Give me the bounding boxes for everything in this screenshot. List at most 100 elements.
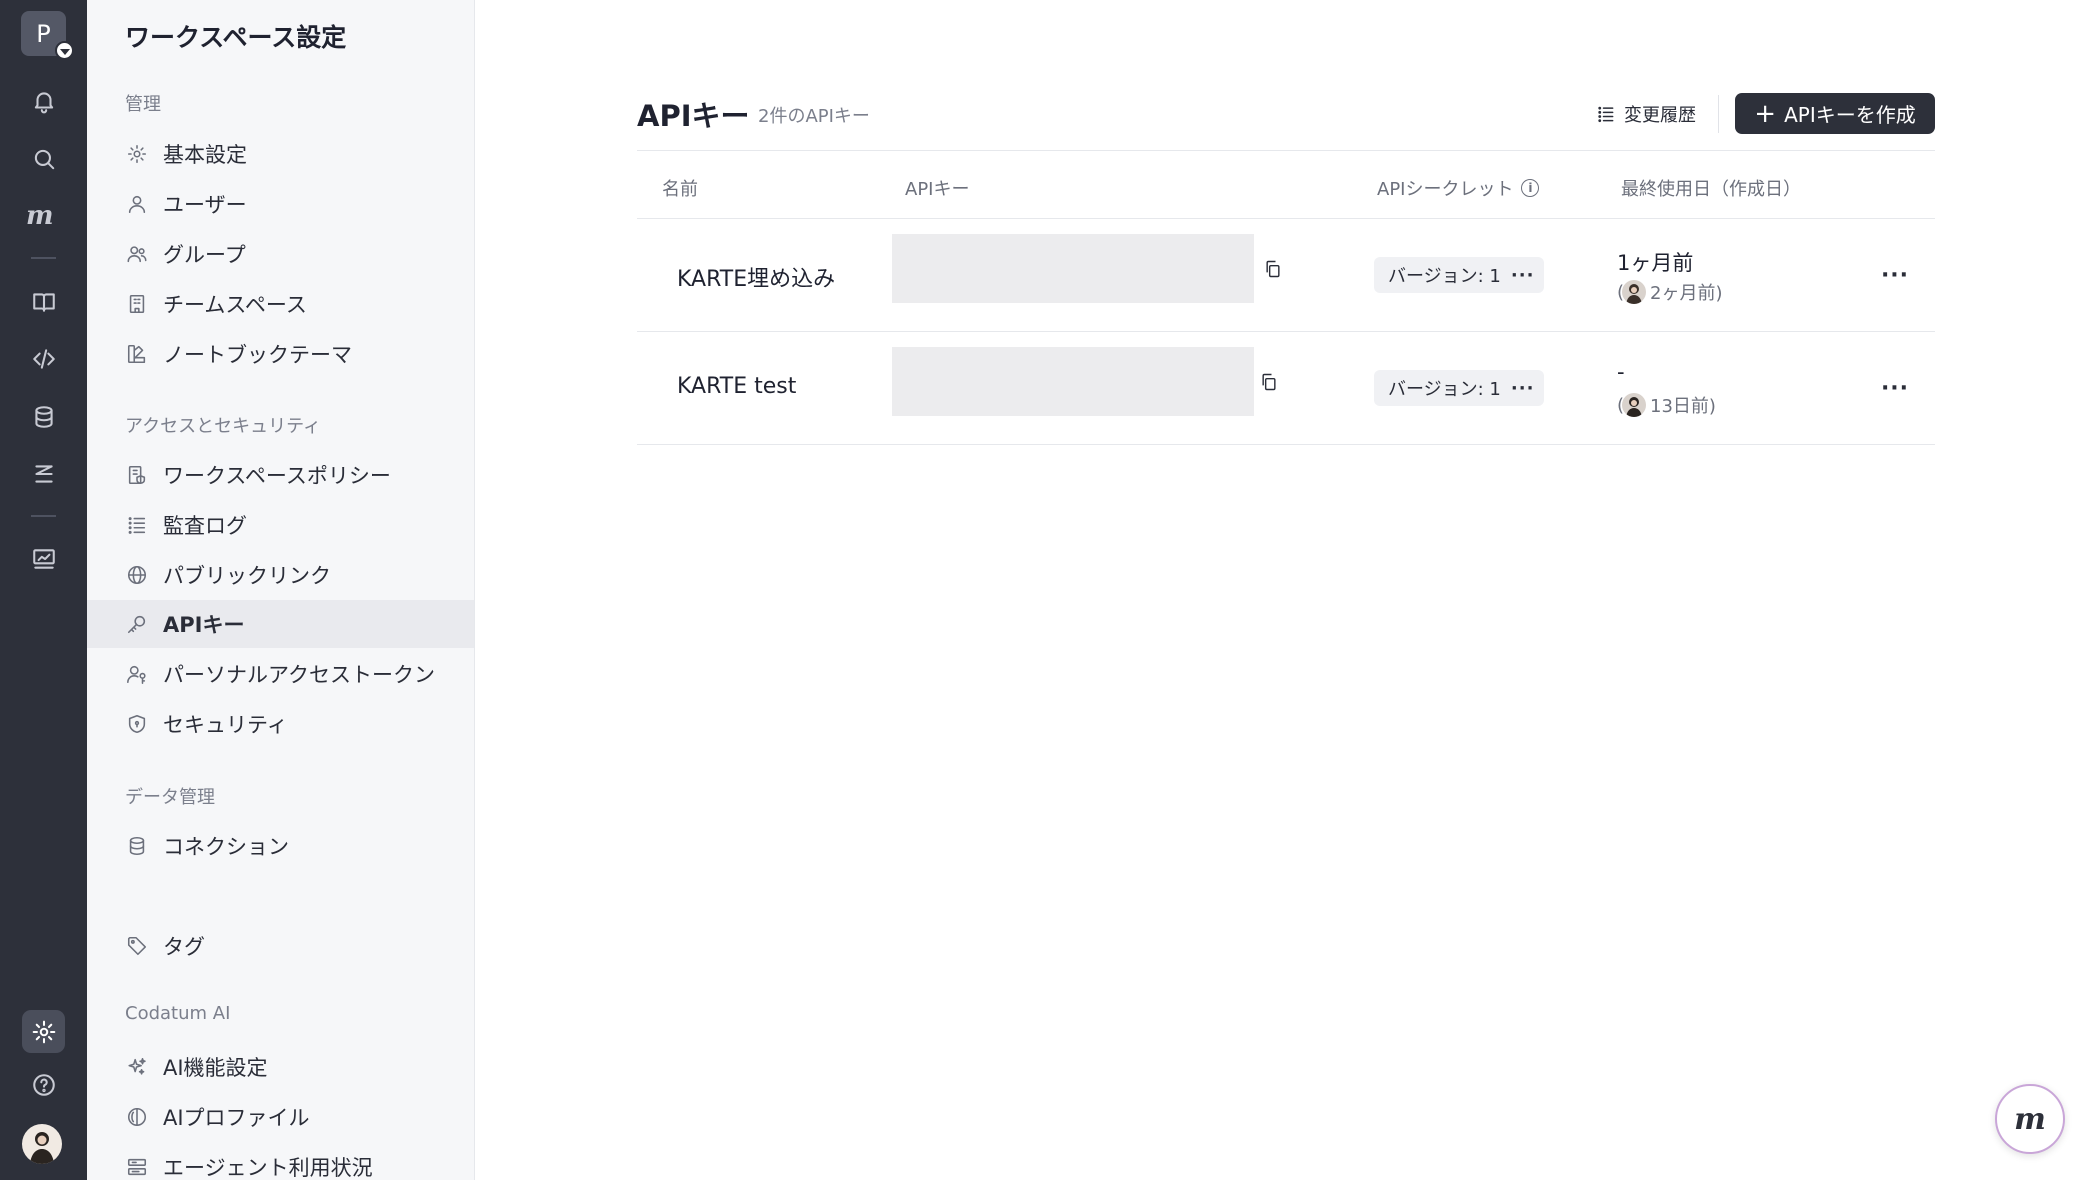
search-icon[interactable]	[22, 137, 65, 180]
user-avatar[interactable]	[22, 1124, 62, 1164]
table-row[interactable]: KARTE埋め込み バージョン: 1 ··· 1ヶ月前 ( 2ヶ月前) ···	[637, 219, 1935, 332]
main-content: APIキー 2件のAPIキー 変更履歴 + APIキーを作成 名前 APIキー …	[476, 0, 2082, 1180]
policy-icon	[125, 463, 149, 487]
create-api-key-button[interactable]: + APIキーを作成	[1735, 93, 1935, 134]
sidebar-title: ワークスペース設定	[125, 23, 347, 52]
building-icon	[125, 292, 149, 316]
database-icon[interactable]	[22, 395, 65, 438]
created-info: ( 13日前)	[1617, 392, 1716, 418]
sparkle-icon	[125, 1055, 149, 1079]
sidebar-item-label: エージェント利用状況	[163, 1156, 373, 1180]
assistant-chat-button[interactable]: m	[1995, 1084, 2065, 1154]
change-history-label: 変更履歴	[1624, 105, 1696, 126]
secret-version-label: バージョン: 1	[1388, 266, 1501, 287]
users-icon	[125, 242, 149, 266]
sidebar-item-basic-settings[interactable]: 基本設定	[87, 130, 474, 178]
creator-avatar	[1622, 393, 1647, 417]
create-api-key-label: APIキーを作成	[1784, 103, 1916, 127]
copy-icon[interactable]	[1259, 372, 1281, 394]
section-label-access-security: アクセスとセキュリティ	[125, 416, 322, 437]
sidebar-item-label: 基本設定	[163, 143, 247, 167]
rail-divider	[31, 515, 56, 517]
list-icon	[125, 513, 149, 537]
help-icon[interactable]	[22, 1063, 65, 1106]
more-icon[interactable]: ···	[1511, 378, 1535, 399]
book-icon[interactable]	[22, 280, 65, 323]
secret-version-pill[interactable]: バージョン: 1 ···	[1374, 257, 1544, 293]
sidebar-item-api-keys[interactable]: APIキー	[87, 600, 474, 648]
sidebar-item-notebook-theme[interactable]: ノートブックテーマ	[87, 330, 474, 378]
copy-icon[interactable]	[1263, 259, 1285, 281]
last-used-value: -	[1617, 360, 1625, 384]
sidebar-item-connections[interactable]: コネクション	[87, 822, 474, 870]
api-key-name: KARTE埋め込み	[677, 267, 836, 292]
info-icon[interactable]: i	[1521, 179, 1540, 197]
app-icon-rail: P m	[0, 0, 87, 1180]
palette-icon	[125, 342, 149, 366]
sidebar-item-label: タグ	[163, 935, 205, 959]
database-icon	[125, 834, 149, 858]
api-keys-table: 名前 APIキー APIシークレット i 最終使用日（作成日） KARTE埋め込…	[637, 150, 1935, 445]
column-header-api-secret: APIシークレット i	[1377, 175, 1540, 201]
api-key-masked-value	[892, 347, 1254, 416]
sidebar-item-public-link[interactable]: パブリックリンク	[87, 551, 474, 599]
user-icon	[125, 192, 149, 216]
sidebar-item-label: コネクション	[163, 835, 289, 859]
globe-icon	[125, 563, 149, 587]
secret-version-pill[interactable]: バージョン: 1 ···	[1374, 370, 1544, 406]
key-icon	[125, 612, 149, 636]
sidebar-item-label: ワークスペースポリシー	[163, 464, 391, 488]
change-history-button[interactable]: 変更履歴	[1596, 96, 1696, 132]
section-label-admin: 管理	[125, 94, 161, 115]
sidebar-item-label: APIキー	[163, 613, 245, 637]
row-more-menu-icon[interactable]: ···	[1877, 370, 1913, 406]
table-row[interactable]: KARTE test バージョン: 1 ··· - ( 13日前) ···	[637, 332, 1935, 445]
sidebar-item-security[interactable]: セキュリティ	[87, 700, 474, 748]
api-key-count: 2件のAPIキー	[758, 106, 870, 127]
monitor-chart-icon[interactable]	[22, 537, 65, 580]
gear-icon[interactable]	[22, 1010, 65, 1053]
shield-icon	[125, 712, 149, 736]
secret-version-label: バージョン: 1	[1388, 379, 1501, 400]
more-icon[interactable]: ···	[1511, 265, 1535, 286]
sidebar-item-label: ユーザー	[163, 193, 247, 217]
created-date: 2ヶ月前)	[1650, 283, 1723, 304]
sidebar-item-groups[interactable]: グループ	[87, 230, 474, 278]
workspace-caret-icon[interactable]	[55, 41, 74, 60]
column-header-api-key: APIキー	[905, 179, 970, 200]
sidebar-item-workspace-policy[interactable]: ワークスペースポリシー	[87, 451, 474, 499]
toolbar-divider	[1718, 95, 1719, 133]
tag-icon	[125, 934, 149, 958]
usage-icon	[125, 1155, 149, 1179]
api-key-masked-value	[892, 234, 1254, 303]
sidebar-item-label: AI機能設定	[163, 1056, 268, 1080]
section-label-data-management: データ管理	[125, 787, 215, 808]
sidebar-item-teamspace[interactable]: チームスペース	[87, 280, 474, 328]
last-used-value: 1ヶ月前	[1617, 251, 1694, 275]
sidebar-item-ai-profile[interactable]: AIプロファイル	[87, 1093, 474, 1141]
sidebar-item-users[interactable]: ユーザー	[87, 180, 474, 228]
user-key-icon	[125, 662, 149, 686]
sidebar-item-label: AIプロファイル	[163, 1106, 310, 1130]
settings-sidebar: ワークスペース設定 管理 基本設定 ユーザー グループ チームスペース ノートブ…	[87, 0, 475, 1180]
api-key-name: KARTE test	[677, 374, 797, 399]
created-info: ( 2ヶ月前)	[1617, 279, 1723, 305]
sidebar-item-tags[interactable]: タグ	[87, 922, 474, 970]
rail-divider	[31, 257, 56, 259]
row-more-menu-icon[interactable]: ···	[1877, 257, 1913, 293]
codatum-logo-icon[interactable]: m	[26, 201, 54, 231]
section-label-codatum-ai: Codatum AI	[125, 1003, 231, 1024]
code-icon[interactable]	[22, 337, 65, 380]
sidebar-item-label: パーソナルアクセストークン	[163, 663, 435, 687]
sidebar-item-label: グループ	[163, 243, 246, 267]
sidebar-item-audit-log[interactable]: 監査ログ	[87, 501, 474, 549]
sidebar-item-ai-settings[interactable]: AI機能設定	[87, 1043, 474, 1091]
sidebar-item-personal-access-token[interactable]: パーソナルアクセストークン	[87, 650, 474, 698]
column-header-name: 名前	[662, 179, 698, 200]
sidebar-item-label: チームスペース	[163, 293, 307, 317]
gear-icon	[125, 142, 149, 166]
bell-icon[interactable]	[22, 79, 65, 122]
page-title: APIキー	[637, 99, 750, 133]
sidebar-item-agent-usage[interactable]: エージェント利用状況	[87, 1143, 474, 1180]
flow-icon[interactable]	[22, 452, 65, 495]
